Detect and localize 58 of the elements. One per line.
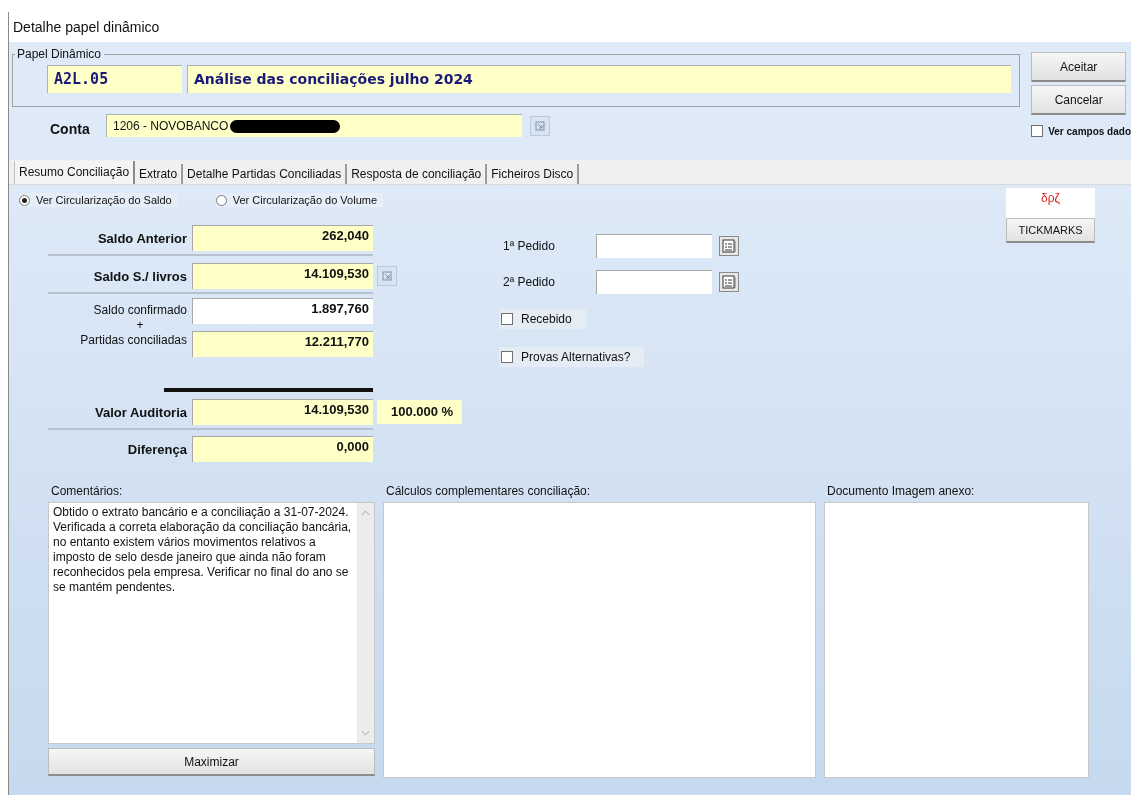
scrollbar[interactable]: [357, 503, 374, 743]
tickmark-symbols: δρζ: [1006, 188, 1095, 218]
checkbox-option[interactable]: Provas Alternativas?: [499, 347, 645, 367]
field-label: Valor Auditoria: [94, 404, 188, 420]
section-label: Comentários:: [50, 483, 124, 500]
amount-field[interactable]: 1.897,760: [192, 298, 373, 324]
field-label: +: [136, 318, 144, 333]
percent-field: 100.000 %: [377, 400, 462, 424]
amount-field[interactable]: 0,000: [192, 436, 373, 462]
section-label: Documento Imagem anexo:: [826, 483, 976, 500]
tab[interactable]: Resumo Conciliação: [14, 161, 136, 184]
radio-button[interactable]: [215, 194, 227, 206]
field-label: Saldo S./ livros: [92, 268, 188, 284]
calendar-icon[interactable]: [719, 272, 739, 292]
tab[interactable]: Resposta de conciliação: [347, 164, 488, 184]
amount-field[interactable]: 14.109,530: [192, 399, 373, 425]
comment-text: Obtido o extrato bancário e a conciliação a 31-07-2024. Verificada a correta elaboração da conciliação bancária, no entanto existem vários movimentos relativos a imposto de selo desde janeiro que ainda não foram reconhecidos pela empresa. Verificar no final do ano se se mantém pendentes.: [52, 504, 353, 596]
image-attachment-field[interactable]: [824, 502, 1089, 778]
tab[interactable]: Extrato: [135, 164, 184, 184]
field-label: Partidas conciliadas: [80, 333, 187, 348]
field-label: Saldo Anterior: [96, 230, 188, 246]
field-label: 1ª Pedido: [502, 239, 556, 253]
window-title: Detalhe papel dinâmico: [9, 12, 1131, 42]
date-field[interactable]: [596, 270, 712, 294]
group-label: Papel Dinâmico: [16, 47, 103, 61]
arrow-icon: [382, 271, 392, 281]
checkbox[interactable]: [501, 351, 513, 363]
checkbox[interactable]: [501, 313, 513, 325]
account-label: Conta: [50, 119, 91, 137]
checkbox[interactable]: [1031, 125, 1044, 137]
radio-label: Ver Circularização do Saldo: [36, 194, 172, 206]
tab[interactable]: Ficheiros Disco: [487, 164, 580, 184]
field-label: Saldo confirmado: [93, 303, 187, 318]
field-label: Diferença: [126, 441, 188, 457]
calendar-icon[interactable]: [719, 236, 739, 256]
arrow-icon: [535, 120, 545, 131]
description-field[interactable]: Análise das conciliações julho 2024: [187, 65, 1012, 93]
checkbox-label: Ver campos dado: [1048, 125, 1131, 137]
date-field[interactable]: [596, 234, 712, 258]
maximize-button[interactable]: Maximizar: [48, 748, 375, 776]
amount-field[interactable]: 262,040: [192, 225, 373, 251]
checkbox-option[interactable]: Recebido: [499, 309, 586, 329]
checkbox-label: Recebido: [521, 312, 572, 326]
checkbox-label: Provas Alternativas?: [521, 350, 631, 364]
field-label: 2ª Pedido: [502, 275, 556, 289]
dialog-button[interactable]: Aceitar: [1031, 52, 1127, 82]
section-label: Cálculos complementares conciliação:: [385, 483, 592, 500]
tickmarks-button[interactable]: TICKMARKS: [1006, 218, 1095, 243]
account-field[interactable]: 1206 - NOVOBANCO: [106, 114, 522, 137]
tab[interactable]: Detalhe Partidas Conciliadas: [183, 164, 348, 184]
dialog-button[interactable]: Cancelar: [1031, 85, 1127, 115]
calculations-field[interactable]: [383, 502, 816, 778]
radio-label: Ver Circularização do Volume: [232, 194, 378, 206]
code-field[interactable]: A2L.05: [47, 65, 182, 93]
comments-field[interactable]: [48, 502, 375, 744]
amount-field[interactable]: 14.109,530: [192, 263, 373, 289]
amount-field[interactable]: 12.211,770: [192, 331, 373, 357]
radio-button[interactable]: [19, 194, 30, 206]
